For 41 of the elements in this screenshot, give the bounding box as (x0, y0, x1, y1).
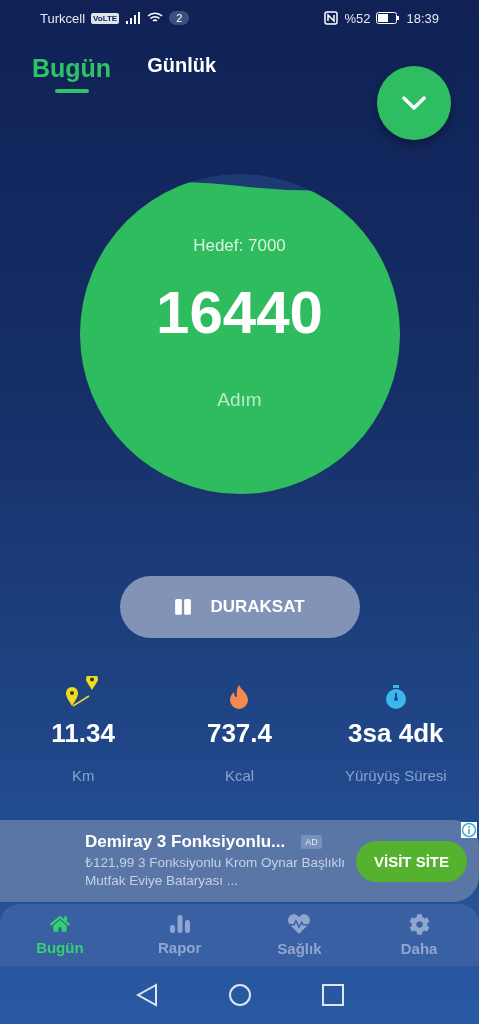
ad-title: Demiray 3 Fonksiyonlu... (85, 832, 286, 852)
ad-description: ₺121,99 3 Fonksiyonlu Krom Oynar Başlıklı Mutfak Eviye Bataryası ... (85, 854, 347, 890)
notification-count: 2 (169, 11, 190, 25)
expand-button[interactable] (377, 66, 451, 140)
signal-icon (125, 12, 142, 24)
pause-icon (174, 598, 193, 616)
settings-icon (408, 913, 430, 935)
clock-time: 18:39 (406, 10, 439, 26)
carrier-name: Turkcell (40, 10, 86, 26)
stat-label: Kcal (224, 767, 255, 784)
wifi-icon (147, 12, 164, 24)
flame-icon (228, 684, 251, 710)
bar-chart-icon (168, 914, 191, 934)
ad-banner[interactable]: Demiray 3 Fonksiyonlu... AD ₺121,99 3 Fonksiyonlu Krom Oynar Başlıklı Mutfak Eviye Bataryası ... VİSİT SİTE (0, 820, 479, 902)
stat-value: 11.34 (51, 718, 115, 749)
nav-item[interactable]: Rapor (119, 904, 240, 966)
stat-value: 3sa 4dk (348, 718, 444, 749)
visit-site-button[interactable]: VİSİT SİTE (356, 840, 467, 882)
volte-badge: VoLTE (91, 12, 120, 24)
stat-label: Km (71, 767, 95, 784)
nfc-icon (324, 11, 339, 25)
home-icon (49, 914, 70, 934)
recents-icon[interactable] (321, 984, 344, 1006)
goal-text: Hedef: 7000 (193, 236, 286, 256)
stopwatch-icon (384, 684, 407, 710)
stat-label: Yürüyüş Süresi (344, 767, 447, 784)
unit-label: Adım (217, 389, 262, 411)
battery-icon (376, 12, 401, 24)
tab[interactable]: Bugün (32, 54, 112, 93)
nav-item[interactable]: Bugün (0, 904, 120, 966)
stat-value: 737.4 (206, 718, 273, 749)
home-circle-icon[interactable] (227, 983, 252, 1007)
back-icon[interactable] (135, 983, 158, 1007)
tab[interactable]: Günlük (147, 54, 217, 87)
nav-item[interactable]: Daha (359, 904, 479, 966)
heartbeat-icon (288, 913, 311, 935)
nav-item[interactable]: Sağlık (239, 904, 360, 966)
ad-badge: AD (301, 835, 322, 849)
battery-percent: %52 (344, 10, 371, 26)
pause-button[interactable]: DURAKSAT (119, 576, 360, 638)
step-count: 16440 (156, 278, 323, 347)
